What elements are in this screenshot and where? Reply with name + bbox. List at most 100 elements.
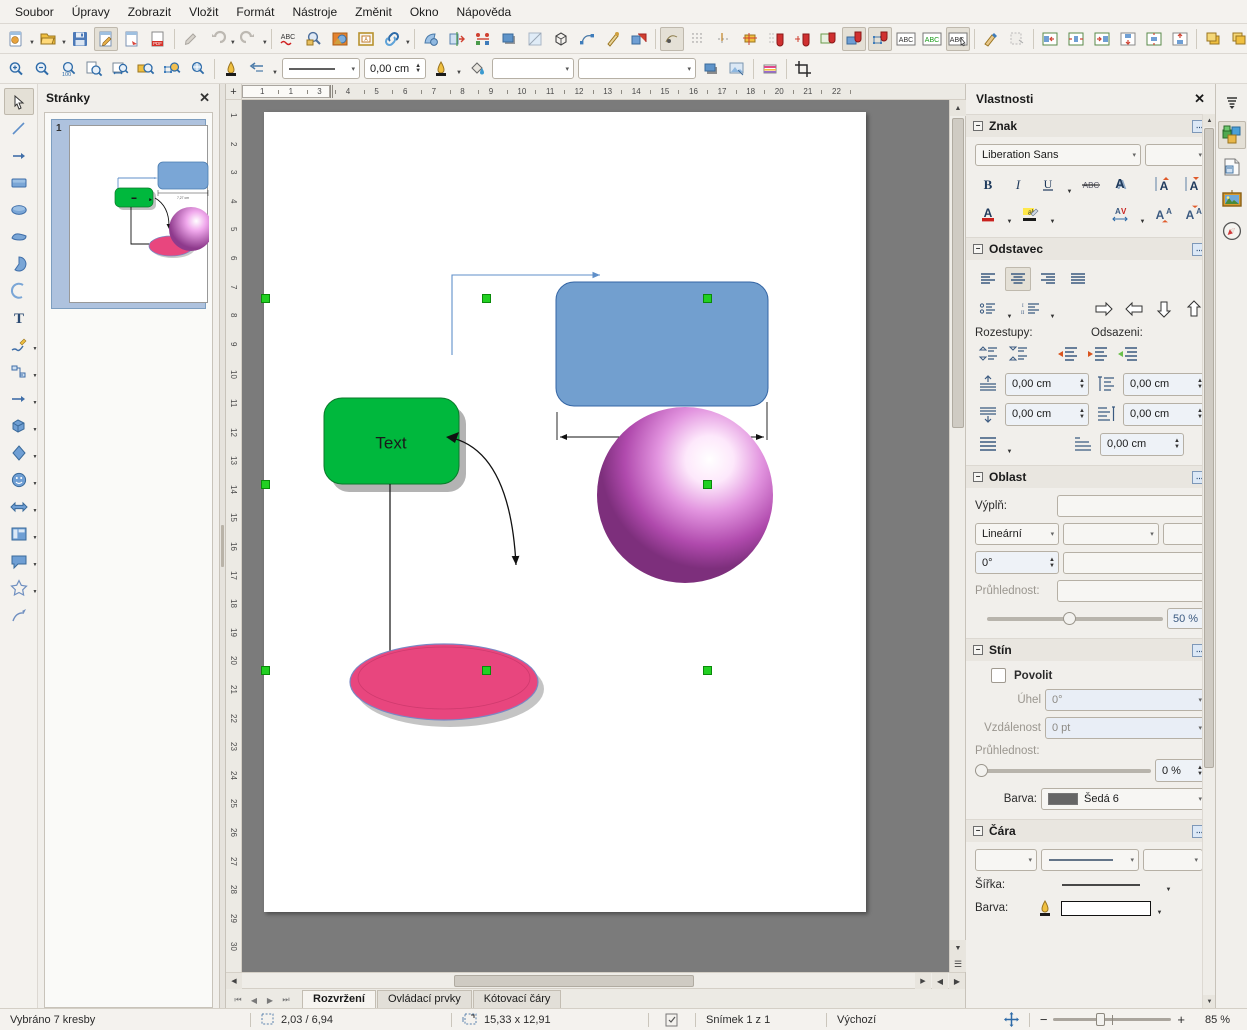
hyperlink-dropdown[interactable] (405, 28, 411, 50)
ellipse-tool[interactable] (4, 196, 34, 223)
arc-tool[interactable] (4, 277, 34, 304)
open-document-button[interactable] (36, 27, 60, 51)
line-color-icon-button[interactable] (219, 57, 243, 81)
clone-formatting-button[interactable] (979, 27, 1003, 51)
increase-font-size-button[interactable]: A (1151, 172, 1177, 196)
decrease-indent-button[interactable] (1085, 342, 1111, 366)
zoom-page-button[interactable] (82, 57, 106, 81)
rectangle-tool[interactable] (4, 169, 34, 196)
ordered-list-dropdown-icon[interactable]: ▼ (1048, 298, 1057, 320)
zoom-level-cell[interactable]: 85 % (1195, 1012, 1247, 1028)
selection-handle[interactable] (482, 666, 491, 675)
freeform-shape-tool[interactable] (4, 223, 34, 250)
demote-button[interactable] (1091, 297, 1117, 321)
align-center-button[interactable] (1005, 267, 1031, 291)
zoom-out-button[interactable] (30, 57, 54, 81)
image-filter-button[interactable] (725, 57, 749, 81)
cursor-position-cell[interactable]: 2,03 / 6,94 (251, 1012, 451, 1028)
area-style-combo[interactable]: ▾ (492, 58, 574, 79)
scroll-up-icon[interactable]: ▲ (950, 100, 966, 116)
collapse-icon[interactable]: − (973, 244, 983, 254)
menu-soubor[interactable]: Soubor (6, 2, 63, 22)
first-slide-button[interactable]: ⏮ (230, 992, 246, 1008)
selection-handle[interactable] (261, 480, 270, 489)
snap-object-points-button[interactable] (841, 26, 866, 51)
transparency-mode-combo[interactable] (1057, 580, 1207, 602)
section-header-character[interactable]: − Znak ⋯ (966, 114, 1215, 137)
line-width-dropdown-icon[interactable]: ▼ (1164, 877, 1173, 893)
font-size-combo[interactable]: ▾ (1145, 144, 1207, 166)
section-header-area[interactable]: − Oblast ⋯ (966, 465, 1215, 488)
shadow-toggle-button[interactable] (699, 57, 723, 81)
align-left-button[interactable] (1038, 27, 1062, 51)
chevron-down-icon[interactable]: ▼ (33, 481, 38, 487)
slider-knob[interactable] (975, 764, 988, 777)
underline-dropdown-icon[interactable]: ▼ (1065, 173, 1074, 195)
line-spacing-button[interactable] (975, 432, 1001, 456)
pages-list[interactable]: 1 7,27 cm ▬ (44, 112, 213, 1008)
layer-tab-dimension-lines[interactable]: Kótovací čáry (472, 990, 562, 1008)
text-attributes-button[interactable]: ABC (945, 26, 970, 51)
align-bottom-button[interactable] (1168, 27, 1192, 51)
unordered-list-button[interactable] (975, 297, 1001, 321)
scroll-right-icon[interactable]: ▶ (915, 973, 931, 989)
align-top-button[interactable] (1116, 27, 1140, 51)
align-center-button[interactable] (1064, 27, 1088, 51)
fit-slide-cell[interactable] (994, 1012, 1029, 1028)
scroll-down-icon[interactable]: ▼ (1203, 995, 1215, 1008)
send-backward-button[interactable] (1227, 27, 1247, 51)
align-right-button[interactable] (1035, 267, 1061, 291)
section-header-shadow[interactable]: − Stín ⋯ (966, 638, 1215, 661)
chevron-down-icon[interactable]: ▼ (33, 400, 38, 406)
clear-formatting-button[interactable] (1005, 27, 1029, 51)
zoom-shift-button[interactable] (186, 57, 210, 81)
space-above-spinner[interactable]: 0,00 cm ▲ ▼ (1005, 372, 1089, 396)
collapse-icon[interactable]: − (973, 645, 983, 655)
gallery-button[interactable] (328, 27, 352, 51)
toggle-extrusion-button[interactable] (549, 27, 573, 51)
text-tool[interactable]: T (4, 304, 34, 331)
zoom-previous-button[interactable] (134, 57, 158, 81)
superscript-button[interactable]: AA (1151, 202, 1177, 226)
line-width-preview[interactable] (1041, 881, 1160, 889)
abc-green-button[interactable]: ABC (920, 27, 944, 51)
selection-handle[interactable] (703, 294, 712, 303)
zoom-slider-cell[interactable]: − + (1030, 1012, 1195, 1028)
slide-thumbnail-1[interactable]: 1 7,27 cm ▬ (51, 119, 209, 309)
menu-nastroje[interactable]: Nástroje (283, 2, 346, 22)
zoom-in-button[interactable] (4, 57, 28, 81)
undo-button[interactable] (205, 27, 229, 51)
open-document-dropdown[interactable] (61, 28, 67, 50)
master-page-cell[interactable]: Výchozí (827, 1012, 994, 1028)
block-arrows-tool[interactable]: ▼ (4, 493, 38, 520)
ordered-list-button[interactable]: I II (1018, 297, 1044, 321)
chevron-down-icon[interactable]: ▼ (33, 427, 38, 433)
spinner-arrows-icon[interactable]: ▲ ▼ (1079, 378, 1085, 390)
line-style-combo[interactable]: ▾ (1041, 849, 1139, 871)
menu-napoveda[interactable]: Nápověda (448, 2, 521, 22)
vertical-scrollbar[interactable]: ▲ ▼ ☰ (949, 100, 966, 972)
toggle-3d-button[interactable] (627, 27, 651, 51)
bring-forward-button[interactable] (1201, 27, 1225, 51)
section-header-line[interactable]: − Čára ⋯ (966, 819, 1215, 842)
collapse-icon[interactable]: − (973, 472, 983, 482)
increase-spacing-button[interactable] (975, 342, 1001, 366)
unordered-list-dropdown-icon[interactable]: ▼ (1005, 298, 1014, 320)
font-name-combo[interactable]: Liberation Sans ▾ (975, 144, 1141, 166)
new-document-button[interactable] (4, 27, 28, 51)
zoom-object-button[interactable] (160, 57, 184, 81)
arrow-style-dropdown[interactable] (270, 58, 280, 80)
properties-deck-button[interactable] (1217, 121, 1246, 149)
zoom-100-button[interactable]: 100 (56, 57, 80, 81)
display-grid-button[interactable] (659, 26, 684, 51)
arrow-end-combo[interactable]: ▾ (1143, 849, 1203, 871)
zoom-page-width-button[interactable] (108, 57, 132, 81)
chevron-down-icon[interactable]: ▼ (33, 589, 38, 595)
previous-slide-button[interactable]: ◀ (246, 992, 262, 1008)
vertical-scroll-thumb[interactable] (952, 118, 964, 428)
menu-okno[interactable]: Okno (401, 2, 448, 22)
font-color-button[interactable]: A (975, 202, 1001, 226)
deck-scroll-thumb[interactable] (1204, 128, 1214, 768)
arrow-start-combo[interactable]: ▾ (975, 849, 1037, 871)
spinner-arrows-icon[interactable]: ▲ ▼ (1049, 557, 1055, 569)
